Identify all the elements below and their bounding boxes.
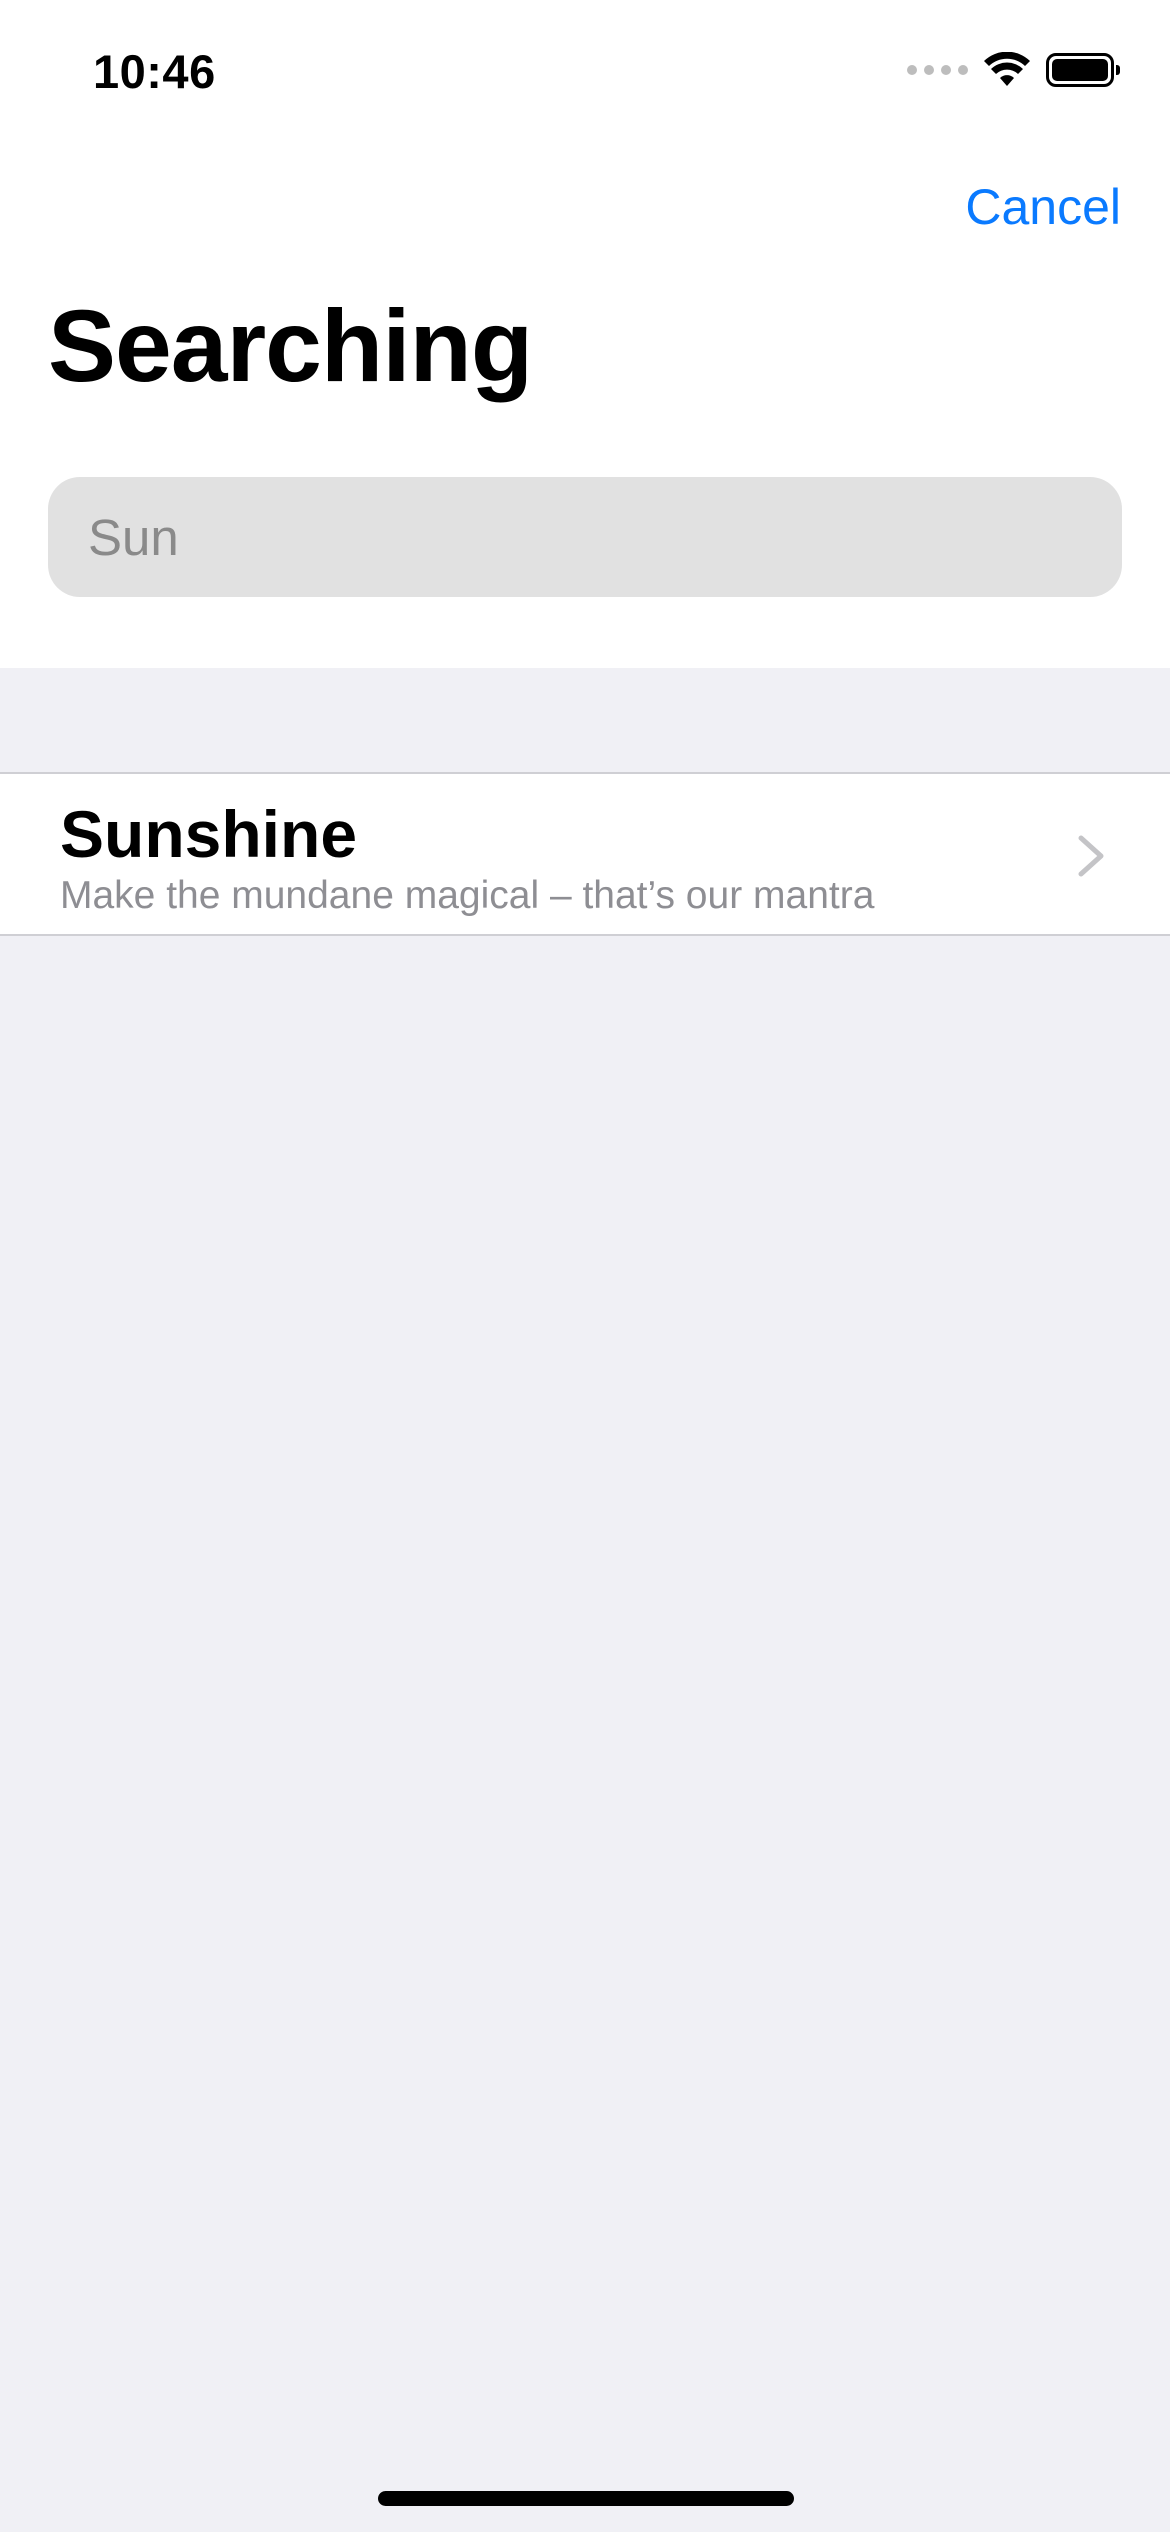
header-area: 10:46 Cancel Searching — [0, 0, 1170, 668]
result-subtitle: Make the mundane magical – that’s our ma… — [60, 874, 875, 917]
wifi-icon — [984, 52, 1030, 86]
page-title: Searching — [48, 289, 533, 403]
screen: 10:46 Cancel Searching Sunshine Make the… — [0, 0, 1170, 2532]
status-icons — [907, 52, 1120, 88]
result-row-sunshine[interactable]: Sunshine Make the mundane magical – that… — [0, 772, 1170, 936]
search-field[interactable] — [48, 477, 1122, 597]
search-input[interactable] — [88, 507, 1082, 567]
home-indicator[interactable] — [378, 2491, 794, 2506]
cancel-button[interactable]: Cancel — [965, 178, 1121, 236]
chevron-right-icon — [1078, 835, 1104, 877]
status-time: 10:46 — [93, 45, 216, 98]
signal-dots-icon — [907, 65, 968, 75]
battery-icon — [1046, 53, 1120, 87]
result-title: Sunshine — [60, 797, 358, 871]
